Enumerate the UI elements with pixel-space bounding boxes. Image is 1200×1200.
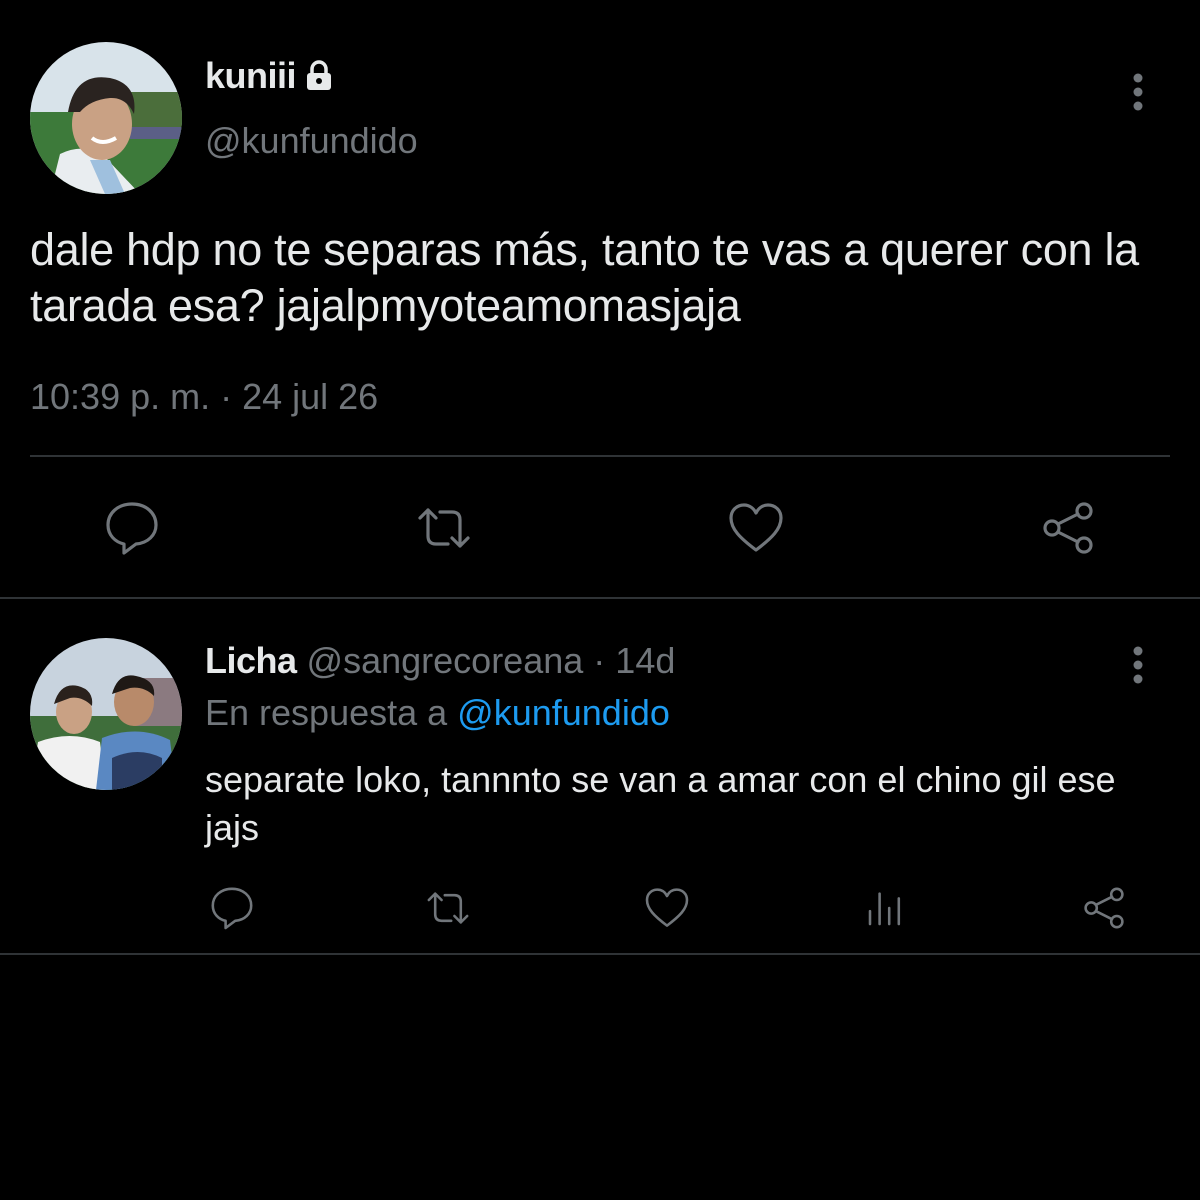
display-name: kuniii [205,55,297,96]
author-handle[interactable]: @sangrecoreana [307,640,584,681]
display-name[interactable]: Licha [205,640,297,681]
more-vertical-icon [1133,646,1143,684]
reply-button[interactable] [102,498,162,558]
like-button[interactable] [726,498,786,558]
analytics-icon [868,892,901,926]
reply-icon [211,887,253,930]
reply-context-prefix: En respuesta a [205,692,448,733]
share-button[interactable] [1080,884,1128,932]
author-handle[interactable]: @kunfundido [205,120,418,162]
avatar-photo [30,638,182,790]
reply-button[interactable] [208,884,256,932]
tweet-text: dale hdp no te separas más, tanto te vas… [30,224,1139,331]
mention-link[interactable]: @kunfundido [457,692,670,733]
retweet-button[interactable] [424,884,472,932]
reply-tweet-header: Licha @sangrecoreana · 14d [205,640,675,682]
like-icon [645,888,689,927]
reply-icon [106,502,158,555]
main-tweet-author[interactable]: kuniii [205,55,334,97]
divider [0,953,1200,955]
divider [0,597,1200,599]
retweet-icon [427,892,469,924]
avatar-photo [30,42,182,194]
share-icon [1084,887,1124,929]
separator-dot: · [593,640,606,681]
analytics-button[interactable] [862,884,910,932]
lock-icon [307,60,332,90]
divider [30,455,1170,457]
more-options-button[interactable] [1131,72,1145,117]
tweet-time[interactable]: 14d [615,640,675,681]
like-button[interactable] [643,884,691,932]
tweet-text: separate loko, tannnto se van a amar con… [205,759,1116,848]
reply-context: En respuesta a @kunfundido [205,692,670,734]
retweet-button[interactable] [414,498,474,558]
main-tweet-avatar[interactable] [30,42,182,194]
more-options-button[interactable] [1131,645,1145,690]
share-button[interactable] [1038,498,1098,558]
share-icon [1043,502,1093,554]
more-vertical-icon [1133,73,1143,111]
retweet-icon [418,508,470,548]
tweet-timestamp[interactable]: 10:39 p. m. · 24 jul 26 [30,376,378,418]
like-icon [729,503,783,552]
reply-tweet-avatar[interactable] [30,638,182,790]
